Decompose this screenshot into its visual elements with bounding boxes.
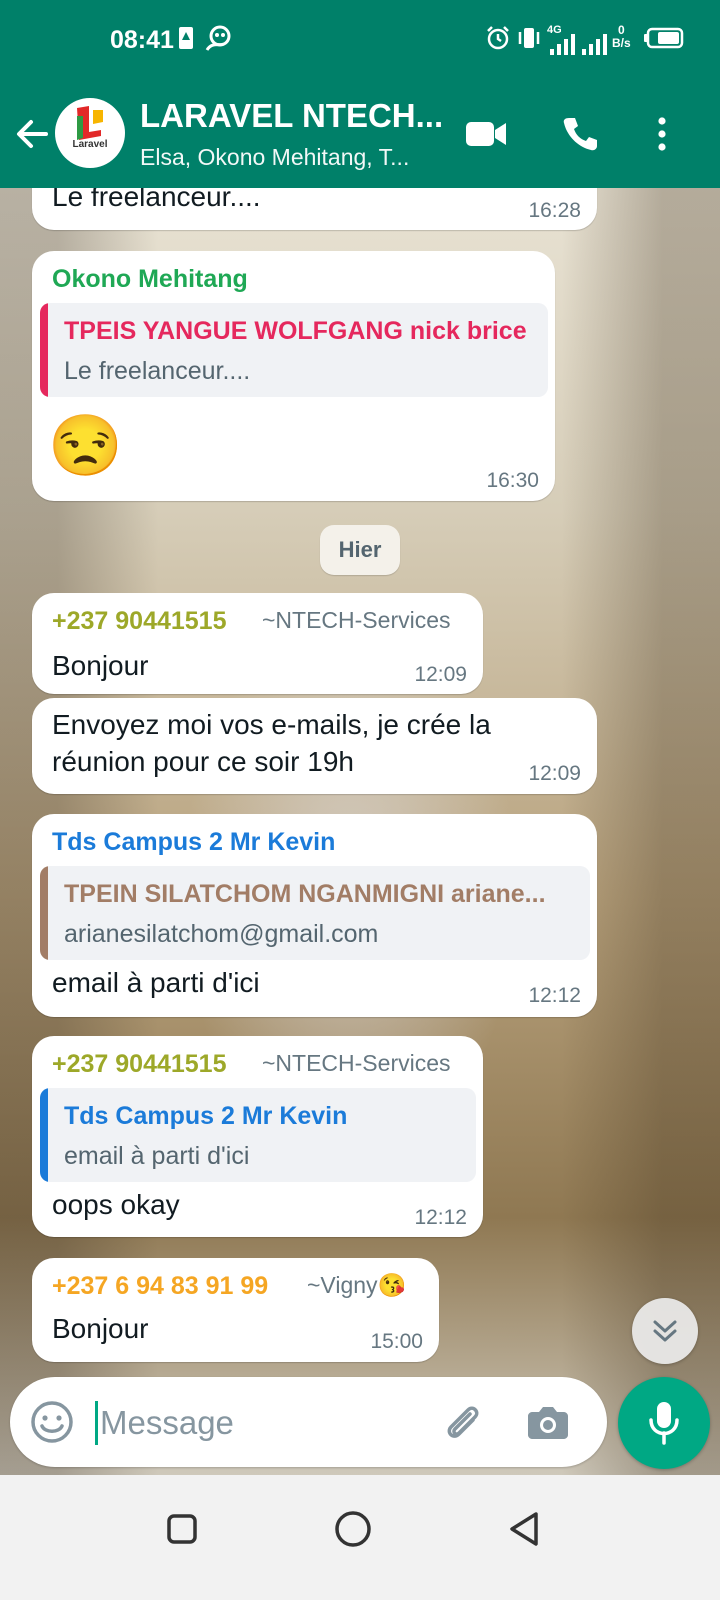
battery-icon xyxy=(644,24,684,52)
quote-text: email à parti d'ici xyxy=(64,1142,250,1170)
home-circle-icon[interactable] xyxy=(327,1503,379,1555)
speed-value: 0 xyxy=(618,23,625,37)
message-text: Bonjour xyxy=(52,650,149,681)
message-bubble[interactable]: Okono Mehitang TPEIS YANGUE WOLFGANG nic… xyxy=(32,251,555,501)
attach-icon[interactable] xyxy=(438,1398,486,1446)
vibrate-icon xyxy=(515,24,543,52)
message-bubble[interactable]: Le freelanceur.... 16:28 xyxy=(32,188,597,230)
date-divider: Hier xyxy=(320,525,400,575)
message-input[interactable] xyxy=(95,1401,425,1445)
message-pushname: ~NTECH-Services xyxy=(262,1050,451,1076)
battery-saver-icon xyxy=(176,24,196,52)
quoted-message[interactable]: TPEIN SILATCHOM NGANMIGNI ariane... aria… xyxy=(40,866,590,960)
message-text: Bonjour xyxy=(52,1313,149,1344)
quote-bar xyxy=(40,866,48,960)
signal-2-icon xyxy=(580,30,608,58)
more-vert-icon[interactable] xyxy=(638,110,686,158)
speed-unit: B/s xyxy=(612,36,631,50)
message-bubble[interactable]: Tds Campus 2 Mr Kevin TPEIN SILATCHOM NG… xyxy=(32,814,597,1017)
double-chevron-down-icon xyxy=(653,1320,677,1342)
quote-text: Le freelanceur.... xyxy=(64,357,251,385)
message-time: 16:28 xyxy=(528,199,581,222)
quote-sender: Tds Campus 2 Mr Kevin xyxy=(64,1102,348,1130)
video-call-icon[interactable] xyxy=(462,110,510,158)
message-text: email à parti d'ici xyxy=(52,967,260,998)
group-avatar[interactable]: Laravel xyxy=(55,98,125,168)
message-time: 12:12 xyxy=(414,1206,467,1229)
scroll-to-bottom-button[interactable] xyxy=(632,1298,698,1364)
message-pushname: ~Vigny😘 xyxy=(307,1272,407,1298)
message-text: Le freelanceur.... xyxy=(52,188,261,212)
status-bar: 08:41 4G 0 B/s xyxy=(0,0,720,80)
quoted-message[interactable]: Tds Campus 2 Mr Kevin email à parti d'ic… xyxy=(40,1088,476,1182)
recents-square-icon[interactable] xyxy=(156,1503,208,1555)
message-sender[interactable]: +237 6 94 83 91 99 xyxy=(52,1272,268,1301)
quoted-message[interactable]: TPEIS YANGUE WOLFGANG nick brice Le free… xyxy=(40,303,548,397)
quote-sender: TPEIN SILATCHOM NGANMIGNI ariane... xyxy=(64,880,546,908)
quote-bar xyxy=(40,303,48,397)
app-bar: 08:41 4G 0 B/s Laravel LARAVEL NTECH... … xyxy=(0,0,720,188)
data-speed: 0 B/s xyxy=(612,24,631,50)
back-arrow-icon[interactable] xyxy=(14,116,50,152)
alarm-icon xyxy=(484,24,512,52)
message-bubble[interactable]: Envoyez moi vos e-mails, je crée la réun… xyxy=(32,698,597,794)
quote-sender: TPEIS YANGUE WOLFGANG nick brice xyxy=(64,317,527,345)
message-sender[interactable]: Tds Campus 2 Mr Kevin xyxy=(52,828,335,857)
message-text-line-2: réunion pour ce soir 19h xyxy=(52,746,354,777)
status-time: 08:41 xyxy=(110,26,174,54)
message-time: 12:09 xyxy=(414,663,467,686)
voice-message-button[interactable] xyxy=(618,1377,710,1469)
message-text-line-1: Envoyez moi vos e-mails, je crée la xyxy=(52,709,491,740)
message-pushname: ~NTECH-Services xyxy=(262,607,451,633)
mic-icon xyxy=(649,1402,679,1445)
system-nav-bar xyxy=(0,1475,720,1600)
message-bubble[interactable]: +237 90441515 ~NTECH-Services Tds Campus… xyxy=(32,1036,483,1237)
message-composer xyxy=(10,1377,607,1467)
emoji-icon[interactable] xyxy=(28,1398,76,1446)
message-bubble[interactable]: +237 90441515 ~NTECH-Services Bonjour 12… xyxy=(32,593,483,694)
emoji-message: 😒 xyxy=(48,412,123,479)
chat-wallpaper[interactable]: Le freelanceur.... 16:28 Okono Mehitang … xyxy=(0,188,720,1475)
voice-call-icon[interactable] xyxy=(556,110,604,158)
message-bubble[interactable]: +237 6 94 83 91 99 ~Vigny😘 Bonjour 15:00 xyxy=(32,1258,439,1362)
quote-bar xyxy=(40,1088,48,1182)
chat-title[interactable]: LARAVEL NTECH... xyxy=(140,97,443,135)
message-sender[interactable]: +237 90441515 xyxy=(52,607,227,636)
chat-participants[interactable]: Elsa, Okono Mehitang, T... xyxy=(140,144,409,171)
signal-1-icon xyxy=(548,30,576,58)
notification-app-icon xyxy=(203,24,235,52)
avatar-text: Laravel xyxy=(72,139,108,150)
message-time: 15:00 xyxy=(370,1330,423,1353)
message-time: 12:12 xyxy=(528,984,581,1007)
message-text: oops okay xyxy=(52,1189,180,1220)
camera-icon[interactable] xyxy=(524,1398,572,1446)
message-sender[interactable]: +237 90441515 xyxy=(52,1050,227,1079)
message-time: 16:30 xyxy=(486,469,539,492)
message-time: 12:09 xyxy=(528,762,581,785)
message-sender[interactable]: Okono Mehitang xyxy=(52,265,248,294)
laravel-logo-icon xyxy=(77,106,103,140)
back-triangle-icon[interactable] xyxy=(498,1503,550,1555)
quote-text: arianesilatchom@gmail.com xyxy=(64,920,379,948)
